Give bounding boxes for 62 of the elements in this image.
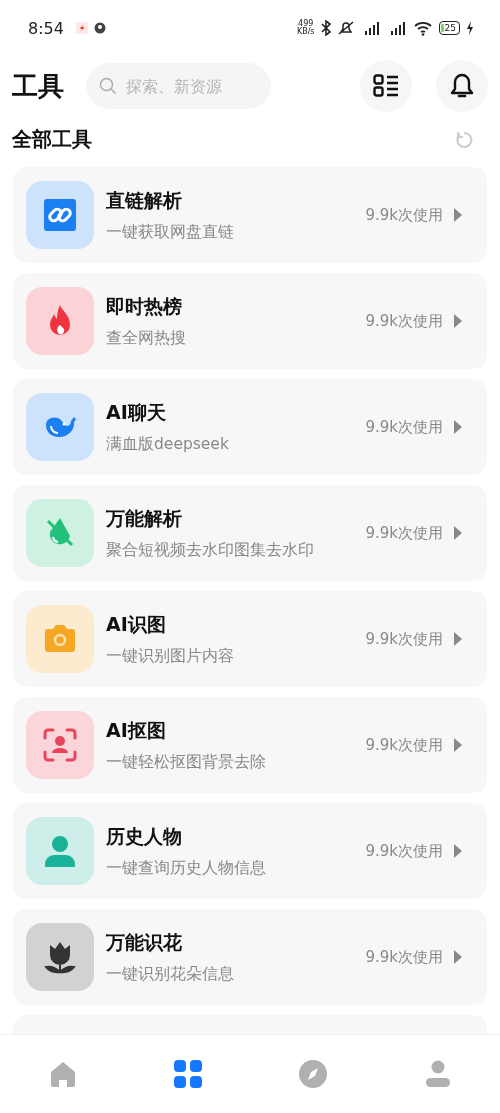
speed-unit: KB/s <box>296 28 315 36</box>
tool-name: 万能识花 <box>106 929 183 955</box>
tool-card[interactable]: AI抠图 一键轻松抠图背景去除 9.9k次使用 <box>13 697 487 793</box>
notification-button[interactable] <box>436 60 488 112</box>
search-icon <box>99 77 117 95</box>
usage-count: 9.9k次使用 <box>365 629 443 649</box>
tool-description: 一键轻松抠图背景去除 <box>106 751 267 773</box>
tool-card[interactable]: 即时热榜 查全网热搜 9.9k次使用 <box>13 273 487 369</box>
usage-count: 9.9k次使用 <box>365 417 443 437</box>
tool-name: AI聊天 <box>106 399 167 425</box>
usage-count: 9.9k次使用 <box>365 205 443 225</box>
avatar-notification-icon <box>93 22 106 34</box>
usage-count: 9.9k次使用 <box>365 947 443 967</box>
chevron-icon <box>453 843 463 859</box>
chevron-icon <box>453 419 463 435</box>
battery-indicator: 25 <box>438 21 460 35</box>
usage-count: 9.9k次使用 <box>365 523 443 543</box>
tool-card[interactable]: 直链解析 一键获取网盘直链 9.9k次使用 <box>13 167 487 263</box>
tool-card[interactable]: 历史人物 一键查询历史人物信息 9.9k次使用 <box>13 803 487 899</box>
tool-description: 一键查询历史人物信息 <box>106 857 267 879</box>
chevron-icon <box>453 631 463 647</box>
chevron-icon <box>453 525 463 541</box>
tool-description: 满血版deepseek <box>106 433 230 455</box>
tool-name: AI抠图 <box>106 717 167 743</box>
grid-icon <box>172 1059 203 1089</box>
network-speed: 499 <box>298 20 314 28</box>
list-icon <box>373 74 399 98</box>
tool-name: 直链解析 <box>106 187 183 213</box>
wifi-icon <box>412 20 433 36</box>
compass-icon <box>297 1059 328 1089</box>
tool-name: 历史人物 <box>106 823 183 849</box>
clock-time: 8:54 <box>28 18 64 38</box>
chevron-icon <box>453 949 463 965</box>
tool-description: 一键识别图片内容 <box>106 645 235 667</box>
tool-description: 一键获取网盘直链 <box>106 221 235 243</box>
tool-card[interactable]: 万能解析 聚合短视频去水印图集去水印 9.9k次使用 <box>13 485 487 581</box>
chevron-icon <box>453 207 463 223</box>
usage-count: 9.9k次使用 <box>365 735 443 755</box>
bell-icon <box>450 73 474 99</box>
search-field[interactable]: 探索、新资源 <box>86 63 271 109</box>
tool-name: 即时热榜 <box>106 293 183 319</box>
refresh-icon <box>454 129 474 150</box>
tool-description: 查全网热搜 <box>106 327 187 349</box>
usage-count: 9.9k次使用 <box>365 311 443 331</box>
tool-name: 万能解析 <box>106 505 183 531</box>
bluetooth-icon <box>320 20 331 36</box>
tool-description: 一键识别花朵信息 <box>106 963 235 985</box>
tool-card[interactable]: 万能识花 一键识别花朵信息 9.9k次使用 <box>13 909 487 1005</box>
page-title: 工具 <box>12 69 64 103</box>
charging-icon <box>466 21 474 35</box>
app-notification-icon <box>75 22 88 34</box>
tool-card[interactable]: AI识图 一键识别图片内容 9.9k次使用 <box>13 591 487 687</box>
mute-icon <box>336 20 355 36</box>
tool-card[interactable]: AI聊天 满血版deepseek 9.9k次使用 <box>13 379 487 475</box>
tool-name: AI识图 <box>106 611 167 637</box>
usage-count: 9.9k次使用 <box>365 841 443 861</box>
chevron-icon <box>453 313 463 329</box>
tool-description: 聚合短视频去水印图集去水印 <box>106 539 315 561</box>
list-view-button[interactable] <box>360 60 412 112</box>
chevron-icon <box>453 737 463 753</box>
section-title: 全部工具 <box>12 126 92 153</box>
refresh-button[interactable] <box>454 129 474 150</box>
